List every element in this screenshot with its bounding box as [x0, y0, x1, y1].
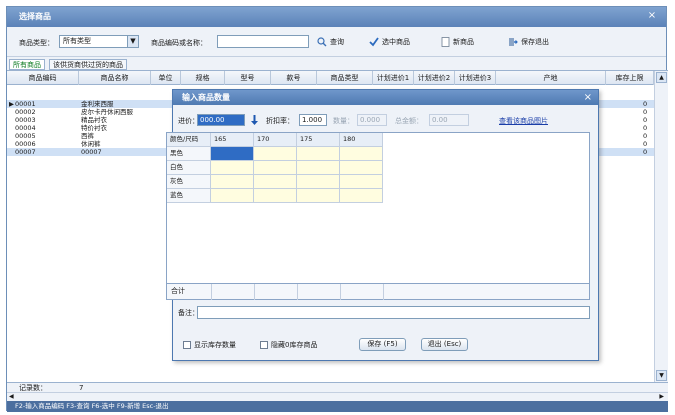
matrix-cell[interactable]: [211, 147, 254, 161]
horizontal-scrollbar[interactable]: ◀ ▶: [7, 392, 668, 401]
query-button[interactable]: 查询: [317, 36, 344, 48]
color-row-label: 灰色: [167, 175, 211, 189]
arrow-down-icon: [251, 115, 258, 125]
color-size-matrix: 颜色/尺码 165 170 175 180 黑色 白色 灰色 蓝色 合计: [166, 132, 590, 300]
view-image-link[interactable]: 查看该商品图片: [499, 116, 548, 126]
hide-zero-stock-checkbox[interactable]: 隐藏0库存商品: [260, 340, 317, 350]
col-spec[interactable]: 规格: [181, 71, 225, 85]
document-icon: [441, 37, 450, 47]
remark-label: 备注：: [178, 309, 199, 317]
scroll-up-icon[interactable]: ▲: [656, 72, 667, 83]
matrix-cell[interactable]: [211, 175, 254, 189]
color-row-label: 蓝色: [167, 189, 211, 203]
discount-input[interactable]: 1.000: [299, 114, 327, 126]
color-row-label: 白色: [167, 161, 211, 175]
col-unit[interactable]: 单位: [151, 71, 181, 85]
exit-door-icon: [509, 38, 518, 46]
product-type-select[interactable]: 所有类型 ▼: [59, 35, 139, 48]
col-price3[interactable]: 计划进价3: [455, 71, 496, 85]
status-bar: F2-输入商品编码 F3-查询 F6-选中 F9-新增 Esc-退出: [7, 401, 668, 412]
tab-supplier-products[interactable]: 该供货商供过货的商品: [49, 59, 127, 70]
code-search-input[interactable]: [217, 35, 309, 48]
total-label: 合计: [171, 287, 185, 295]
col-price1[interactable]: 计划进价1: [373, 71, 414, 85]
scroll-right-icon[interactable]: ▶: [659, 393, 664, 400]
discount-label: 折扣率：: [266, 117, 294, 125]
exit-button[interactable]: 退出 (Esc): [421, 338, 468, 351]
chevron-down-icon[interactable]: ▼: [127, 36, 138, 47]
matrix-cell[interactable]: [211, 161, 254, 175]
col-code[interactable]: 商品编码: [7, 71, 79, 85]
size-header: 180: [340, 133, 383, 147]
col-style[interactable]: 款号: [271, 71, 317, 85]
code-search-label: 商品编码或名称：: [151, 39, 207, 47]
tab-strip: 所有商品 该供货商供过货的商品: [7, 58, 666, 70]
size-header: 165: [211, 133, 254, 147]
save-button[interactable]: 保存 (F5): [359, 338, 406, 351]
size-header: 175: [297, 133, 340, 147]
matrix-cell[interactable]: [254, 161, 297, 175]
select-product-button[interactable]: 选中商品: [369, 36, 410, 48]
search-icon: [317, 37, 327, 47]
remark-input[interactable]: [197, 306, 590, 319]
matrix-cell[interactable]: [254, 175, 297, 189]
window-title: 选择商品: [7, 7, 666, 27]
col-stock-max[interactable]: 库存上限: [606, 71, 654, 85]
quantity-label: 数量：: [333, 117, 354, 125]
checkmark-icon: [369, 37, 379, 47]
close-icon[interactable]: ×: [646, 10, 658, 22]
toolbar: 商品类型： 所有类型 ▼ 商品编码或名称： 查询 选中商品 新商品 保存退出: [7, 27, 666, 57]
matrix-cell[interactable]: [254, 189, 297, 203]
price-input[interactable]: 000.00: [197, 114, 245, 126]
quantity-input[interactable]: 0.000: [357, 114, 387, 126]
tab-all-products[interactable]: 所有商品: [9, 59, 45, 70]
product-type-label: 商品类型：: [19, 39, 54, 47]
scroll-left-icon[interactable]: ◀: [9, 393, 14, 400]
scroll-down-icon[interactable]: ▼: [656, 370, 667, 381]
record-count-row: 记录数： 7: [7, 382, 668, 392]
new-product-button[interactable]: 新商品: [441, 36, 474, 48]
amount-input: 0.00: [429, 114, 469, 126]
close-icon[interactable]: ×: [584, 91, 592, 104]
matrix-cell[interactable]: [340, 161, 383, 175]
col-name[interactable]: 商品名称: [79, 71, 151, 85]
matrix-cell[interactable]: [254, 147, 297, 161]
row-pointer-icon: ▶: [9, 100, 14, 108]
col-price2[interactable]: 计划进价2: [414, 71, 455, 85]
amount-label: 总金额：: [395, 117, 423, 125]
size-header: 170: [254, 133, 297, 147]
vertical-scrollbar[interactable]: ▲ ▼: [654, 71, 668, 383]
matrix-cell[interactable]: [297, 147, 340, 161]
col-type[interactable]: 商品类型: [317, 71, 373, 85]
col-origin[interactable]: 产地: [496, 71, 606, 85]
matrix-cell[interactable]: [340, 175, 383, 189]
matrix-corner: 颜色/尺码: [167, 133, 211, 147]
matrix-cell[interactable]: [340, 147, 383, 161]
matrix-cell[interactable]: [297, 175, 340, 189]
matrix-total-row: 合计: [167, 283, 589, 300]
price-label: 进价：: [178, 117, 199, 125]
matrix-cell[interactable]: [297, 189, 340, 203]
grid-header: 商品编码 商品名称 单位 规格 型号 款号 商品类型 计划进价1 计划进价2 计…: [7, 71, 654, 85]
save-exit-button[interactable]: 保存退出: [508, 36, 549, 48]
col-model[interactable]: 型号: [225, 71, 271, 85]
dialog-title: 输入商品数量: [173, 90, 598, 105]
matrix-cell[interactable]: [340, 189, 383, 203]
matrix-cell[interactable]: [297, 161, 340, 175]
color-row-label: 黑色: [167, 147, 211, 161]
product-type-value: 所有类型: [63, 37, 91, 45]
matrix-cell[interactable]: [211, 189, 254, 203]
show-stock-checkbox[interactable]: 显示库存数量: [183, 340, 236, 350]
